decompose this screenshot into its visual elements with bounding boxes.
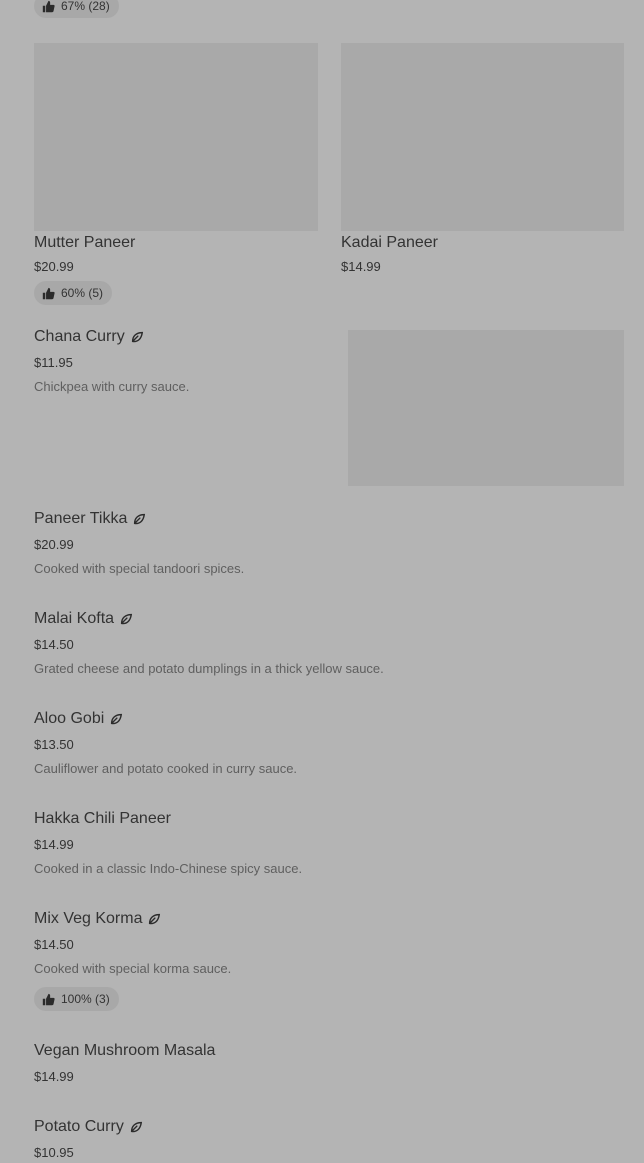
leaf-icon (129, 1120, 143, 1134)
thumbs-up-icon (42, 0, 55, 13)
item-name-row: Vegan Mushroom Masala (34, 1042, 215, 1060)
item-name: Mix Veg Korma (34, 910, 143, 927)
item-description: Cooked in a classic Indo-Chinese spicy s… (34, 861, 303, 876)
rating-text: 67% (28) (61, 0, 110, 13)
item-description: Chickpea with curry sauce. (34, 379, 190, 394)
item-price: $13.50 (34, 737, 74, 752)
item-price: $11.95 (34, 355, 73, 370)
leaf-icon (109, 712, 123, 726)
item-name: Malai Kofta (34, 610, 115, 627)
item-description: Cooked with special korma sauce. (34, 961, 232, 976)
rating-badge: 60% (5) (34, 281, 113, 305)
item-price: $14.50 (34, 937, 74, 952)
item-name-row: Chana Curry (34, 328, 144, 346)
item-name: Mutter Paneer (34, 234, 136, 251)
leaf-icon (132, 512, 146, 526)
item-price: $14.99 (34, 1069, 74, 1084)
item-name-row: Malai Kofta (34, 610, 133, 628)
item-name-row: Aloo Gobi (34, 710, 123, 728)
rating-text: 60% (5) (61, 286, 104, 300)
leaf-icon (130, 330, 144, 344)
item-image-placeholder (348, 330, 624, 486)
item-image-placeholder (341, 43, 624, 231)
item-name: Hakka Chili Paneer (34, 810, 171, 827)
item-image-placeholder (34, 43, 318, 231)
item-name: Kadai Paneer (341, 234, 438, 251)
item-name-row: Potato Curry (34, 1118, 143, 1136)
leaf-icon (119, 612, 133, 626)
item-description: Grated cheese and potato dumplings in a … (34, 661, 384, 676)
item-price: $14.99 (341, 259, 381, 274)
item-name-row: Paneer Tikka (34, 510, 146, 528)
rating-badge: 67% (28) (34, 0, 119, 18)
item-price: $20.99 (34, 537, 74, 552)
item-name-row: Mix Veg Korma (34, 910, 161, 928)
item-description: Cooked with special tandoori spices. (34, 561, 245, 576)
item-name: Paneer Tikka (34, 510, 128, 527)
item-name: Potato Curry (34, 1118, 124, 1135)
item-price: $14.99 (34, 837, 74, 852)
item-price: $10.95 (34, 1145, 74, 1160)
leaf-icon (147, 912, 161, 926)
item-price: $20.99 (34, 259, 74, 274)
rating-badge: 100% (3) (34, 987, 119, 1011)
item-name-row: Hakka Chili Paneer (34, 810, 171, 828)
thumbs-up-icon (42, 993, 55, 1006)
thumbs-up-icon (42, 287, 55, 300)
item-name: Chana Curry (34, 328, 125, 345)
item-name: Vegan Mushroom Masala (34, 1042, 216, 1059)
item-price: $14.50 (34, 637, 74, 652)
item-description: Cauliflower and potato cooked in curry s… (34, 761, 298, 776)
rating-text: 100% (3) (61, 992, 110, 1006)
item-name: Aloo Gobi (34, 710, 105, 727)
